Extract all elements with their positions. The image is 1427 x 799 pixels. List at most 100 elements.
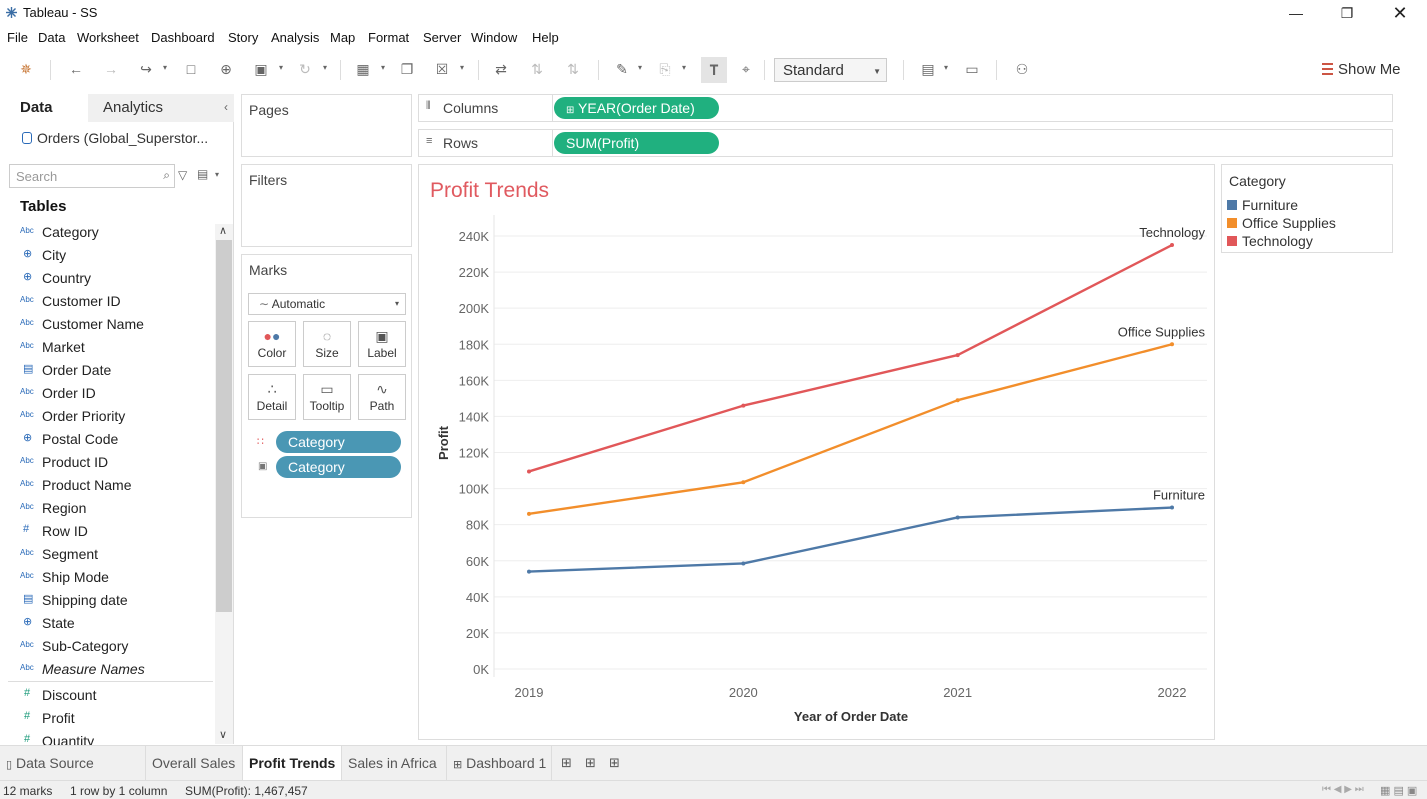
new-worksheet-icon[interactable]: ▦ — [353, 59, 373, 79]
new-dashboard-tab-icon[interactable]: ⊞ — [585, 755, 596, 771]
data-point[interactable] — [527, 569, 531, 574]
field-item[interactable]: ⊕ City — [0, 245, 214, 267]
clear-sheet-icon[interactable]: ☒ — [432, 59, 452, 79]
data-point[interactable] — [1170, 342, 1174, 347]
size-button[interactable]: ◌ Size — [303, 321, 351, 367]
replay-icon[interactable]: ↪ — [136, 59, 156, 79]
data-point[interactable] — [955, 353, 960, 358]
legend-item-furniture[interactable]: Furniture — [1227, 197, 1298, 213]
presentation-mode-icon[interactable]: ▭ — [962, 59, 982, 79]
menu-help[interactable]: Help — [532, 30, 559, 45]
new-worksheet-dropdown-icon[interactable]: ▾ — [381, 63, 389, 72]
clear-dropdown-icon[interactable]: ▾ — [460, 63, 468, 72]
field-item[interactable]: Abc Customer Name — [0, 314, 214, 336]
new-worksheet-tab-icon[interactable]: ⊞ — [561, 755, 572, 771]
field-item[interactable]: Abc Measure Names — [0, 659, 214, 681]
filter-icon[interactable]: ▽ — [178, 168, 187, 182]
menu-dashboard[interactable]: Dashboard — [151, 30, 215, 45]
legend-item-office-supplies[interactable]: Office Supplies — [1227, 215, 1336, 231]
show-cards-dropdown-icon[interactable]: ▾ — [944, 63, 952, 72]
field-item[interactable]: ⊕ State — [0, 613, 214, 635]
menu-map[interactable]: Map — [330, 30, 355, 45]
pause-updates-icon[interactable]: ▣ — [251, 59, 271, 79]
menu-format[interactable]: Format — [368, 30, 409, 45]
field-item[interactable]: Abc Customer ID — [0, 291, 214, 313]
tab-data[interactable]: Data — [20, 99, 53, 116]
field-item[interactable]: Abc Sub-Category — [0, 636, 214, 658]
duplicate-sheet-icon[interactable]: ❐ — [397, 59, 417, 79]
highlight-dropdown-icon[interactable]: ▾ — [638, 63, 646, 72]
menu-file[interactable]: File — [7, 30, 28, 45]
new-data-source-icon[interactable]: ⊕ — [216, 59, 236, 79]
data-point[interactable] — [741, 561, 746, 566]
swap-rows-columns-icon[interactable]: ⇄ — [491, 59, 511, 79]
field-item[interactable]: Abc Order Priority — [0, 406, 214, 428]
close-icon[interactable]: ✕ — [1377, 2, 1423, 24]
minimize-icon[interactable]: — — [1273, 2, 1319, 24]
label-button[interactable]: ▣ Label — [358, 321, 406, 367]
legend-item-technology[interactable]: Technology — [1227, 233, 1313, 249]
restore-icon[interactable]: ❐ — [1324, 2, 1370, 24]
scroll-up-icon[interactable]: ∧ — [219, 224, 227, 237]
replay-dropdown-icon[interactable]: ▾ — [163, 63, 171, 72]
view-options-dropdown-icon[interactable]: ▾ — [215, 170, 219, 179]
field-item[interactable]: Abc Ship Mode — [0, 567, 214, 589]
data-point[interactable] — [741, 480, 746, 485]
scroll-down-icon[interactable]: ∨ — [219, 728, 227, 741]
data-point[interactable] — [1170, 243, 1174, 248]
field-item[interactable]: Abc Product Name — [0, 475, 214, 497]
menu-analysis[interactable]: Analysis — [271, 30, 319, 45]
measure-item[interactable]: # Quantity — [0, 731, 214, 745]
pages-card[interactable]: Pages — [241, 94, 412, 157]
group-dropdown-icon[interactable]: ▾ — [682, 63, 690, 72]
sheet-navigation-icon[interactable]: ⏮ ◀ ▶ ⏭ — [1322, 784, 1364, 795]
tab-dashboard-1[interactable]: ⊞ Dashboard 1 — [447, 746, 552, 780]
field-item[interactable]: Abc Segment — [0, 544, 214, 566]
redo-icon[interactable]: → — [101, 59, 121, 79]
rows-shelf[interactable]: ≡ Rows SUM(Profit) — [418, 129, 1393, 157]
share-icon[interactable]: ⚇ — [1012, 59, 1032, 79]
field-item[interactable]: Abc Order ID — [0, 383, 214, 405]
highlight-icon[interactable]: ✎ — [612, 59, 632, 79]
pause-dropdown-icon[interactable]: ▾ — [279, 63, 287, 72]
menu-story[interactable]: Story — [228, 30, 258, 45]
menu-window[interactable]: Window — [471, 30, 517, 45]
data-point[interactable] — [527, 469, 531, 474]
menu-worksheet[interactable]: Worksheet — [77, 30, 139, 45]
menu-data[interactable]: Data — [38, 30, 65, 45]
save-icon[interactable]: □ — [181, 59, 201, 79]
field-item[interactable]: # Row ID — [0, 521, 214, 543]
refresh-icon[interactable]: ↻ — [295, 59, 315, 79]
field-item[interactable]: ▤ Shipping date — [0, 590, 214, 612]
series-line-furniture[interactable] — [528, 506, 1173, 573]
tooltip-button[interactable]: ▭ Tooltip — [303, 374, 351, 420]
field-item[interactable]: Abc Market — [0, 337, 214, 359]
view-options-icon[interactable]: ▤ — [197, 167, 208, 181]
field-item[interactable]: ⊕ Postal Code — [0, 429, 214, 451]
refresh-dropdown-icon[interactable]: ▾ — [323, 63, 331, 72]
collapse-pane-icon[interactable]: ‹ — [224, 100, 228, 114]
tab-overall-sales[interactable]: Overall Sales — [146, 746, 243, 780]
color-category-pill[interactable]: Category — [276, 431, 401, 453]
field-item[interactable]: Abc Region — [0, 498, 214, 520]
mark-type-select[interactable]: ∼ Automatic ▾ — [248, 293, 406, 315]
filters-card[interactable]: Filters — [241, 164, 412, 247]
new-story-tab-icon[interactable]: ⊞ — [609, 755, 620, 771]
series-line-technology[interactable] — [528, 243, 1173, 473]
show-me-button[interactable]: Show Me — [1322, 61, 1401, 78]
sort-descending-icon[interactable]: ⇅ — [563, 59, 583, 79]
detail-button[interactable]: ∴ Detail — [248, 374, 296, 420]
view-toggle-icon[interactable]: ▦ ▤ ▣ — [1380, 784, 1417, 797]
sum-profit-pill[interactable]: SUM(Profit) — [554, 132, 719, 154]
show-mark-labels-icon[interactable]: 𝐓 — [701, 57, 727, 83]
tab-data-source[interactable]: ▯ Data Source — [0, 746, 146, 780]
tab-analytics[interactable]: Analytics ‹ — [88, 94, 234, 122]
tab-profit-trends[interactable]: Profit Trends — [243, 746, 342, 780]
measure-item[interactable]: # Discount — [0, 685, 214, 707]
fit-select[interactable]: Standard ▼ — [774, 58, 887, 82]
color-button[interactable]: ●● Color — [248, 321, 296, 367]
sort-ascending-icon[interactable]: ⇅ — [527, 59, 547, 79]
field-item[interactable]: ⊕ Country — [0, 268, 214, 290]
field-item[interactable]: Abc Category — [0, 222, 214, 244]
fix-axes-icon[interactable]: ⌖ — [736, 59, 756, 79]
